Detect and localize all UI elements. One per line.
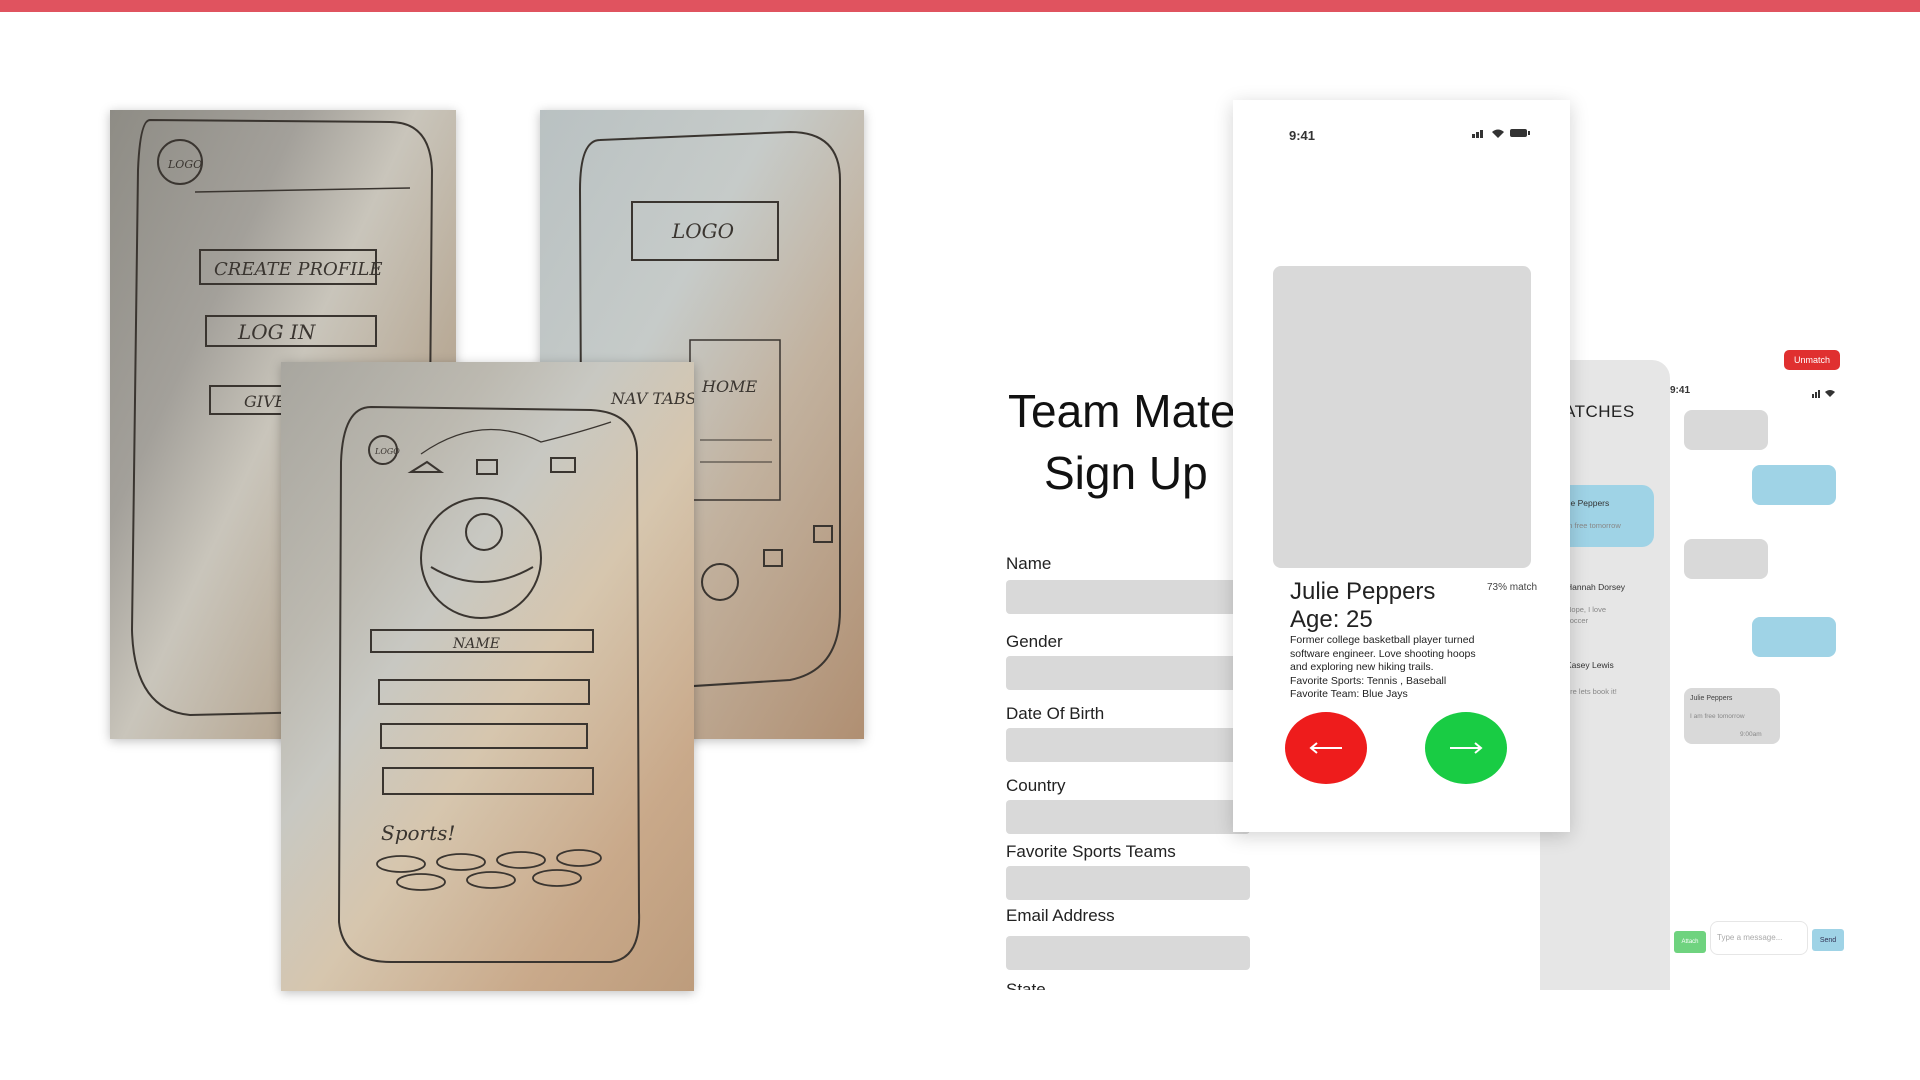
match-item-name[interactable]: Hannah Dorsey: [1566, 582, 1625, 592]
message-card-status: 9:00am: [1740, 731, 1762, 738]
sports-teams-label: Favorite Sports Teams: [1006, 842, 1176, 861]
message-bubble-received: [1684, 539, 1768, 579]
arrow-left-icon: [1309, 742, 1342, 754]
sketch1-login-text: LOG IN: [237, 320, 317, 344]
bio-line: Favorite Sports: Tennis , Baseball: [1290, 674, 1447, 687]
accept-button[interactable]: [1425, 712, 1507, 784]
wifi-icon: [1492, 129, 1504, 138]
sketch3-navtabs-text: NAV TABS?: [610, 389, 694, 408]
bio-line: and exploring new hiking trails.: [1290, 661, 1434, 673]
bio-line: Former college basketball player turned: [1290, 634, 1475, 646]
message-bubble-sent: [1752, 465, 1836, 505]
match-item-preview: Nope, I love soccer: [1566, 605, 1607, 625]
state-label: State: [1006, 980, 1046, 990]
profile-bio: Former college basketball player turned …: [1290, 634, 1520, 702]
gender-field[interactable]: [1006, 656, 1250, 690]
message-card-text: I am free tomorrow: [1690, 713, 1745, 720]
signup-title-line1: Team Mate: [1008, 385, 1236, 437]
country-field[interactable]: [1006, 800, 1250, 834]
battery-icon: [1510, 129, 1530, 137]
message-card-name: Julie Peppers: [1690, 695, 1733, 702]
gender-label: Gender: [1006, 632, 1063, 651]
sketch3-name-text: NAME: [452, 636, 500, 652]
match-item-preview: ure lets book it!: [1566, 687, 1617, 696]
message-bubble-sent: [1752, 617, 1836, 657]
profile-photo: [1273, 266, 1531, 568]
bio-line: software engineer. Love shooting hoops: [1290, 647, 1476, 660]
chat-screen: Unmatch 9:41 Julie Peppers I am free tom…: [1670, 345, 1850, 990]
signup-title: Team Mate Sign Up: [1008, 380, 1236, 504]
arrow-right-icon: [1450, 742, 1483, 754]
sketch3-sports-text: Sports!: [381, 821, 455, 845]
send-button[interactable]: Send: [1812, 929, 1844, 951]
matches-title: ATCHES: [1564, 402, 1635, 421]
signup-title-line2: Sign Up: [1044, 447, 1208, 499]
unmatch-button[interactable]: Unmatch: [1784, 350, 1840, 370]
sketch-photo-profile: LOGO NAV TABS? NAME Sports!: [281, 362, 694, 991]
profile-name: Julie Peppers: [1290, 578, 1436, 605]
profile-age: Age: 25: [1290, 606, 1373, 633]
sketch2-logo-text: LOGO: [671, 219, 734, 243]
reject-button[interactable]: [1285, 712, 1367, 784]
sports-teams-field[interactable]: [1006, 866, 1250, 900]
status-time: 9:41: [1289, 128, 1316, 143]
name-field[interactable]: [1006, 580, 1250, 614]
match-item-preview: am free tomorrow: [1562, 521, 1621, 530]
chat-status-time: 9:41: [1670, 385, 1691, 396]
dob-field[interactable]: [1006, 728, 1250, 762]
email-label: Email Address: [1006, 906, 1115, 925]
sketch1-create-profile-text: CREATE PROFILE: [214, 259, 382, 280]
status-icons: [1472, 128, 1530, 138]
email-field[interactable]: [1006, 936, 1250, 970]
match-item-active[interactable]: [1558, 485, 1654, 547]
profile-swipe-screen: 9:41 Julie Peppers Age: 25 73% match For…: [1233, 100, 1570, 832]
accent-bar: [0, 0, 1920, 12]
country-label: Country: [1006, 776, 1066, 795]
sketch1-logo-text: LOGO: [167, 158, 202, 171]
chat-signal-icon: [1812, 385, 1836, 403]
attach-button[interactable]: Attach: [1674, 931, 1706, 953]
match-item-name[interactable]: Kasey Lewis: [1566, 660, 1614, 670]
message-input[interactable]: Type a message...: [1710, 921, 1808, 955]
name-label: Name: [1006, 554, 1052, 573]
signup-form: Team Mate Sign Up Name Gender Date Of Bi…: [1000, 380, 1260, 990]
bio-line: Favorite Team: Blue Jays: [1290, 688, 1408, 700]
signal-icon: [1472, 130, 1483, 138]
dob-label: Date Of Birth: [1006, 704, 1105, 723]
sketch3-logo-text: LOGO: [374, 447, 400, 456]
sketch2-home-text: HOME: [701, 377, 757, 396]
match-percentage: 73% match: [1487, 582, 1538, 593]
message-bubble-received: [1684, 410, 1768, 450]
